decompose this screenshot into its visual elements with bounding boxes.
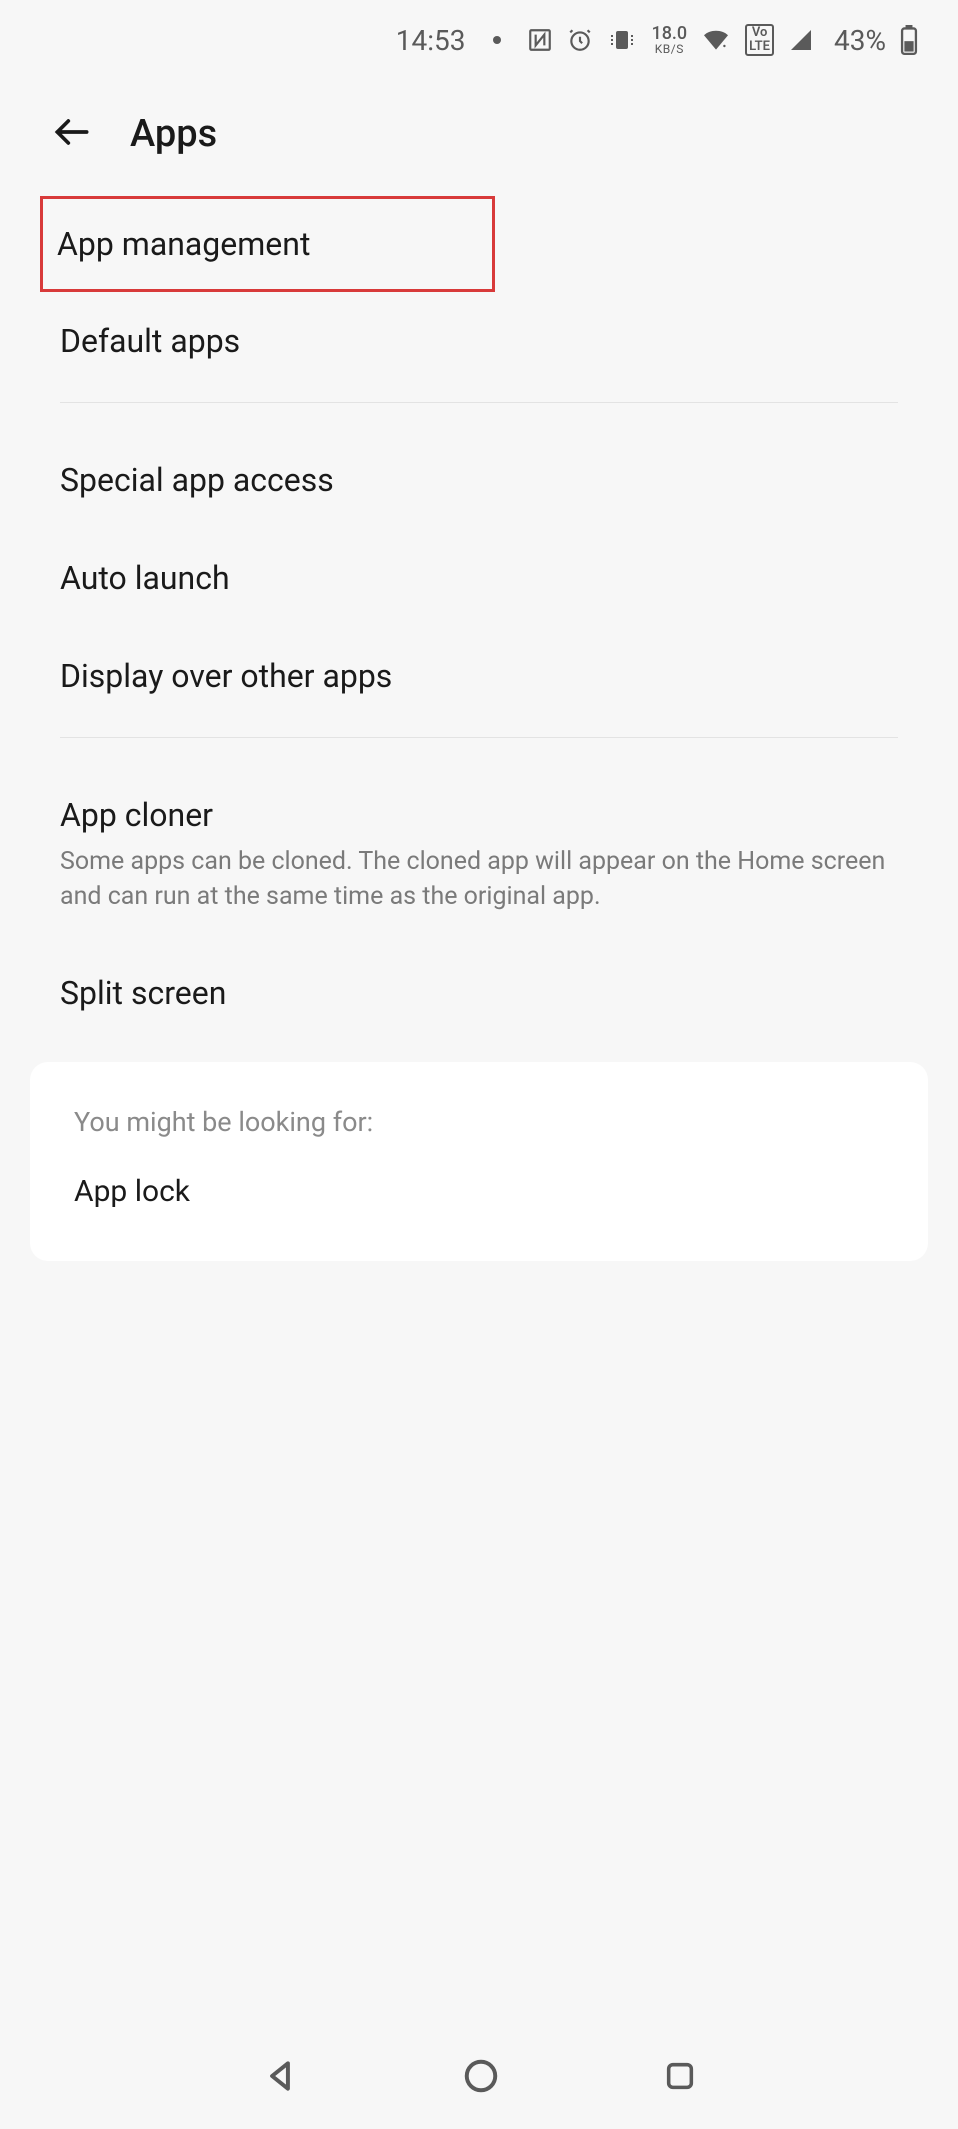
settings-list: App management Default apps Special app … [0, 196, 958, 1042]
setting-label: Auto launch [60, 559, 898, 597]
status-bar: 14:53 18.0 KB/S Vo LTE 43% [0, 0, 958, 80]
nav-home-icon[interactable] [462, 2057, 500, 2099]
nav-back-icon[interactable] [261, 2057, 299, 2099]
suggestion-header: You might be looking for: [74, 1106, 884, 1138]
setting-label: App cloner [60, 796, 898, 834]
nfc-icon [527, 27, 553, 53]
setting-label: App management [57, 225, 478, 263]
suggestion-card: You might be looking for: App lock [30, 1062, 928, 1261]
signal-icon [788, 28, 814, 52]
setting-description: Some apps can be cloned. The cloned app … [60, 844, 898, 914]
page-title: Apps [130, 112, 217, 156]
navigation-bar [0, 2057, 958, 2099]
volte-icon: Vo LTE [745, 24, 774, 57]
nav-recent-icon[interactable] [663, 2059, 697, 2097]
setting-special-app-access[interactable]: Special app access [60, 431, 898, 529]
setting-split-screen[interactable]: Split screen [60, 944, 898, 1042]
alarm-icon [567, 27, 593, 53]
setting-label: Special app access [60, 461, 898, 499]
setting-default-apps[interactable]: Default apps [60, 292, 898, 390]
status-time: 14:53 [396, 24, 466, 57]
setting-auto-launch[interactable]: Auto launch [60, 529, 898, 627]
setting-app-cloner[interactable]: App cloner Some apps can be cloned. The … [60, 766, 898, 944]
setting-label: Split screen [60, 974, 898, 1012]
setting-display-over-apps[interactable]: Display over other apps [60, 627, 898, 725]
battery-percentage: 43% [834, 24, 886, 57]
suggestion-app-lock[interactable]: App lock [74, 1174, 884, 1209]
battery-icon [900, 25, 918, 55]
setting-app-management[interactable]: App management [40, 196, 495, 292]
divider [60, 737, 898, 738]
back-arrow-icon[interactable] [50, 110, 94, 158]
wifi-icon [701, 28, 731, 52]
status-dot [493, 36, 501, 44]
setting-label: Display over other apps [60, 657, 898, 695]
data-rate-indicator: 18.0 KB/S [651, 25, 687, 55]
page-header: Apps [0, 80, 958, 194]
vibrate-icon [607, 27, 637, 53]
setting-label: Default apps [60, 322, 898, 360]
divider [60, 402, 898, 403]
